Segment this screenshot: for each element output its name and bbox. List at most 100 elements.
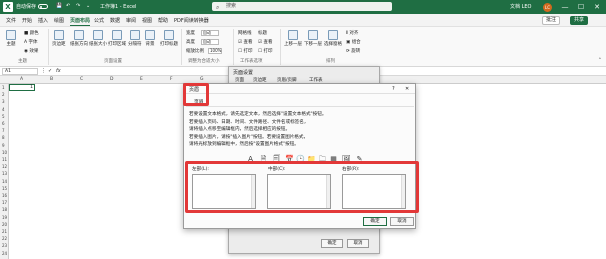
header-ok-button[interactable]: 确定 bbox=[363, 217, 387, 226]
menu-review[interactable]: 审阅 bbox=[126, 17, 136, 24]
column-header-b[interactable]: B bbox=[50, 77, 53, 82]
column-header-g[interactable]: G bbox=[200, 77, 204, 82]
minimize-button[interactable]: — bbox=[558, 1, 572, 13]
row-header-7[interactable]: 7 bbox=[2, 128, 5, 133]
row-header-6[interactable]: 6 bbox=[2, 121, 5, 126]
scale-input[interactable]: 100% bbox=[208, 48, 222, 54]
headings-view-checkbox[interactable]: ☑ 查看 bbox=[258, 39, 272, 45]
row-header-24[interactable]: 24 bbox=[2, 251, 7, 256]
row-header-20[interactable]: 20 bbox=[2, 222, 7, 227]
gridlines-view-checkbox[interactable]: ☑ 查看 bbox=[238, 39, 252, 45]
user-name[interactable]: 文档 LEO bbox=[510, 3, 531, 10]
selection-pane-button[interactable]: 选择窗格 bbox=[324, 30, 342, 47]
row-header-13[interactable]: 13 bbox=[2, 171, 7, 176]
row-header-23[interactable]: 23 bbox=[2, 243, 7, 248]
maximize-button[interactable]: ☐ bbox=[574, 1, 588, 13]
column-header-a[interactable]: A bbox=[20, 77, 23, 82]
close-button[interactable]: ✕ bbox=[590, 1, 604, 13]
menu-file[interactable]: 文件 bbox=[6, 17, 16, 24]
row-header-19[interactable]: 19 bbox=[2, 215, 7, 220]
avatar[interactable]: LC bbox=[543, 3, 552, 12]
row-header-9[interactable]: 9 bbox=[2, 143, 5, 148]
save-icon[interactable]: 💾 bbox=[56, 3, 62, 9]
row-header-22[interactable]: 22 bbox=[2, 236, 7, 241]
row-header-12[interactable]: 12 bbox=[2, 164, 7, 169]
page-setup-ok-button[interactable]: 确定 bbox=[321, 239, 343, 248]
row-header-14[interactable]: 14 bbox=[2, 179, 7, 184]
column-header-c[interactable]: C bbox=[80, 77, 83, 82]
redo-icon[interactable]: ↷ bbox=[76, 3, 80, 9]
rotate-button[interactable]: ⟳ 旋转 bbox=[346, 48, 360, 54]
menu-page-layout[interactable]: 页面布局 bbox=[70, 17, 91, 26]
background-button[interactable]: 背景 bbox=[145, 30, 155, 47]
menu-data[interactable]: 数据 bbox=[110, 17, 120, 24]
row-header-3[interactable]: 3 bbox=[2, 99, 5, 104]
row-header-10[interactable]: 10 bbox=[2, 150, 7, 155]
menu-pdf-converter[interactable]: PDF阅读转换器 bbox=[174, 17, 209, 24]
row-header-5[interactable]: 5 bbox=[2, 114, 5, 119]
collapse-ribbon-icon[interactable]: ⌃ bbox=[598, 58, 602, 63]
headings-print-checkbox[interactable]: ☐ 打印 bbox=[258, 48, 272, 54]
margins-button[interactable]: 页边距 bbox=[52, 30, 66, 47]
gridlines-print-checkbox[interactable]: ☐ 打印 bbox=[238, 48, 252, 54]
print-area-button[interactable]: 打印区域 bbox=[108, 30, 126, 47]
menu-home[interactable]: 开始 bbox=[22, 17, 32, 24]
theme-effects-label: 效果 bbox=[29, 49, 39, 54]
cell-a1[interactable]: 1 bbox=[9, 84, 35, 91]
breaks-button[interactable]: 分隔符 bbox=[128, 30, 142, 47]
menu-draw[interactable]: 绘图 bbox=[54, 17, 64, 24]
column-header-e[interactable]: E bbox=[140, 77, 143, 82]
menu-formulas[interactable]: 公式 bbox=[94, 17, 104, 24]
page-setup-dialog-title: 页面设置 bbox=[233, 70, 254, 76]
undo-icon[interactable]: ↶ bbox=[66, 3, 70, 9]
row-header-8[interactable]: 8 bbox=[2, 135, 5, 140]
autosave-toggle[interactable] bbox=[38, 4, 48, 9]
row-header-18[interactable]: 18 bbox=[2, 207, 7, 212]
send-backward-label: 下移一层 bbox=[304, 42, 322, 47]
row-header-4[interactable]: 4 bbox=[2, 107, 5, 112]
confirm-entry-icon[interactable]: ✓ bbox=[48, 68, 52, 74]
column-header-f[interactable]: F bbox=[170, 77, 173, 82]
themes-button[interactable]: 主题 bbox=[6, 30, 16, 47]
menu-view[interactable]: 视图 bbox=[142, 17, 152, 24]
row-header-16[interactable]: 16 bbox=[2, 193, 7, 198]
row-header-11[interactable]: 11 bbox=[2, 157, 7, 162]
align-button[interactable]: ⫴ 对齐 bbox=[346, 30, 358, 36]
theme-effects-button[interactable]: ◉ 效果 bbox=[24, 48, 38, 54]
height-select[interactable]: 自动 bbox=[201, 39, 219, 45]
theme-fonts-button[interactable]: A 字体 bbox=[24, 39, 38, 45]
customize-qat-icon[interactable]: ⌄ bbox=[86, 3, 90, 9]
menu-help[interactable]: 帮助 bbox=[158, 17, 168, 24]
width-select[interactable]: 自动 bbox=[201, 30, 219, 36]
row-header-15[interactable]: 15 bbox=[2, 186, 7, 191]
column-header-d[interactable]: D bbox=[110, 77, 113, 82]
theme-colors-button[interactable]: ■ 颜色 bbox=[24, 30, 39, 36]
menu-insert[interactable]: 插入 bbox=[38, 17, 48, 24]
cancel-entry-icon[interactable]: ⋮ bbox=[41, 68, 46, 74]
orientation-button[interactable]: 纸张方向 bbox=[70, 30, 88, 47]
row-header-21[interactable]: 21 bbox=[2, 229, 7, 234]
background-icon bbox=[145, 30, 155, 40]
bring-forward-button[interactable]: 上移一层 bbox=[284, 30, 302, 47]
row-header-1[interactable]: 1 bbox=[2, 85, 5, 90]
row-header-17[interactable]: 17 bbox=[2, 200, 7, 205]
search-input[interactable]: ⌕ 搜索 bbox=[212, 2, 392, 11]
print-titles-button[interactable]: 打印标题 bbox=[160, 30, 178, 47]
comments-button[interactable]: 批注 bbox=[542, 16, 561, 25]
bring-forward-label: 上移一层 bbox=[284, 42, 302, 47]
paper-size-button[interactable]: 纸张大小 bbox=[89, 30, 107, 47]
help-button[interactable]: ? bbox=[392, 86, 395, 92]
share-button[interactable]: 共享 bbox=[570, 16, 589, 25]
header-cancel-button[interactable]: 取消 bbox=[390, 217, 414, 226]
insert-function-button[interactable]: fx bbox=[56, 68, 61, 74]
margins-icon bbox=[53, 30, 64, 40]
page-setup-cancel-button[interactable]: 取消 bbox=[347, 239, 369, 248]
send-backward-button[interactable]: 下移一层 bbox=[304, 30, 322, 47]
group-label-page-setup: 页面设置 bbox=[104, 59, 122, 64]
row-header-2[interactable]: 2 bbox=[2, 92, 5, 97]
dialog-close-button[interactable]: ✕ bbox=[405, 86, 409, 92]
group-button[interactable]: ▣ 组合 bbox=[346, 39, 361, 45]
print-titles-icon bbox=[164, 30, 174, 40]
name-box[interactable]: A1 bbox=[2, 68, 38, 75]
menu-bar: 文件 开始 插入 绘图 页面布局 公式 数据 审阅 视图 帮助 PDF阅读转换器… bbox=[0, 14, 606, 27]
